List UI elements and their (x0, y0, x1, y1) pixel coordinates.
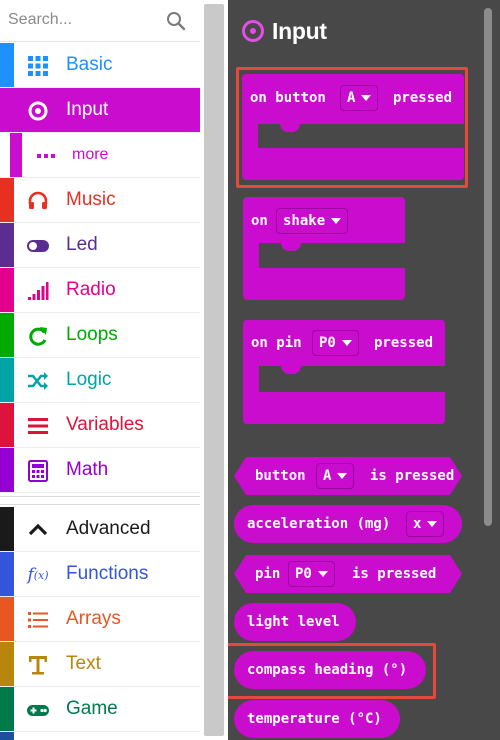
pin-dropdown[interactable]: P0 (288, 561, 335, 587)
category-color-bar (0, 358, 14, 402)
category-next[interactable] (0, 732, 200, 740)
category-radio[interactable]: Radio (0, 268, 200, 313)
category-label: Music (66, 189, 116, 210)
pin-dropdown[interactable]: P0 (312, 330, 359, 356)
category-arrays[interactable]: Arrays (0, 597, 200, 642)
array-list-icon (28, 612, 48, 628)
toggle-icon (27, 240, 49, 252)
category-math[interactable]: Math (0, 448, 200, 493)
headphones-icon (28, 191, 48, 209)
category-color-bar (0, 642, 14, 686)
block-text: temperature (°C) (247, 711, 382, 727)
chevron-down-icon (317, 571, 328, 577)
category-color-bar (0, 687, 14, 731)
block-text: is pressed (352, 566, 437, 582)
chevron-up-icon (28, 523, 48, 536)
dots-icon (37, 154, 55, 158)
block-text: button (255, 468, 306, 484)
category-color-bar (0, 597, 14, 641)
gamepad-icon (27, 705, 49, 716)
toolbox-scrollbar[interactable] (200, 0, 228, 740)
category-label: Math (66, 459, 109, 480)
block-text: acceleration (mg) (247, 516, 391, 532)
refresh-icon (29, 327, 47, 346)
category-label: Logic (66, 369, 112, 390)
highlight-box (228, 643, 436, 699)
toolbox-divider (0, 496, 200, 505)
chevron-down-icon (341, 340, 352, 346)
category-logic[interactable]: Logic (0, 358, 200, 403)
highlight-box (236, 67, 468, 188)
category-color-bar (10, 133, 22, 177)
category-label: Game (66, 698, 118, 719)
category-color-bar (0, 403, 14, 447)
gesture-dropdown[interactable]: shake (276, 208, 349, 234)
category-label: Basic (66, 54, 113, 75)
search-input[interactable] (8, 6, 158, 34)
category-basic[interactable]: Basic (0, 43, 200, 88)
block-text: light level (247, 614, 340, 630)
toolbox-scrollbar-thumb[interactable] (204, 4, 224, 736)
block-text: on pin (251, 335, 302, 351)
category-color-bar (0, 552, 14, 596)
block-text: pressed (374, 335, 434, 351)
category-variables[interactable]: Variables (0, 403, 200, 448)
category-loops[interactable]: Loops (0, 313, 200, 358)
category-game[interactable]: Game (0, 687, 200, 732)
category-led[interactable]: Led (0, 223, 200, 268)
category-label: Variables (66, 414, 144, 435)
category-label: Led (66, 234, 98, 255)
category-label: Arrays (66, 608, 121, 629)
search-icon[interactable] (166, 11, 186, 31)
category-label: Text (66, 653, 101, 674)
toolbox: Basic Input more Music Led (0, 0, 200, 740)
category-color-bar (0, 268, 14, 312)
search-box (0, 0, 200, 42)
block-text: pin (255, 566, 281, 582)
category-input-more[interactable]: more (0, 133, 200, 178)
block-text: on (251, 213, 268, 229)
category-label: Functions (66, 563, 149, 584)
chevron-down-icon (337, 473, 348, 479)
category-label: Advanced (66, 518, 151, 539)
grid-icon (28, 56, 48, 76)
category-color-bar (0, 732, 14, 740)
axis-dropdown[interactable]: x (406, 511, 445, 537)
category-color-bar (0, 223, 14, 267)
chevron-down-icon (427, 521, 438, 527)
list-icon (28, 418, 48, 434)
category-color-bar (0, 178, 14, 222)
signal-bars-icon (28, 282, 49, 300)
category-label: Input (66, 99, 109, 120)
target-icon (28, 101, 48, 121)
category-text[interactable]: Text (0, 642, 200, 687)
category-color-bar (0, 43, 14, 87)
button-dropdown[interactable]: A (316, 463, 355, 489)
shuffle-icon (28, 372, 48, 390)
target-icon (242, 20, 264, 42)
category-color-bar (0, 448, 14, 492)
category-color-bar (0, 507, 14, 551)
block-flyout: Input on button A pressed on shake on pi… (228, 0, 500, 740)
category-label: more (72, 146, 109, 163)
category-advanced[interactable]: Advanced (0, 507, 200, 552)
category-color-bar (0, 313, 14, 357)
block-text: is pressed (370, 468, 455, 484)
calculator-icon (28, 460, 48, 482)
category-music[interactable]: Music (0, 178, 200, 223)
function-icon: f (x) (27, 564, 49, 585)
text-icon (29, 656, 47, 675)
category-input[interactable]: Input (0, 88, 200, 133)
flyout-title: Input (272, 17, 327, 44)
category-functions[interactable]: f (x) Functions (0, 552, 200, 597)
chevron-down-icon (331, 218, 342, 224)
category-label: Radio (66, 279, 116, 300)
flyout-header: Input (242, 16, 327, 46)
category-label: Loops (66, 324, 118, 345)
flyout-scrollbar[interactable] (484, 8, 492, 526)
